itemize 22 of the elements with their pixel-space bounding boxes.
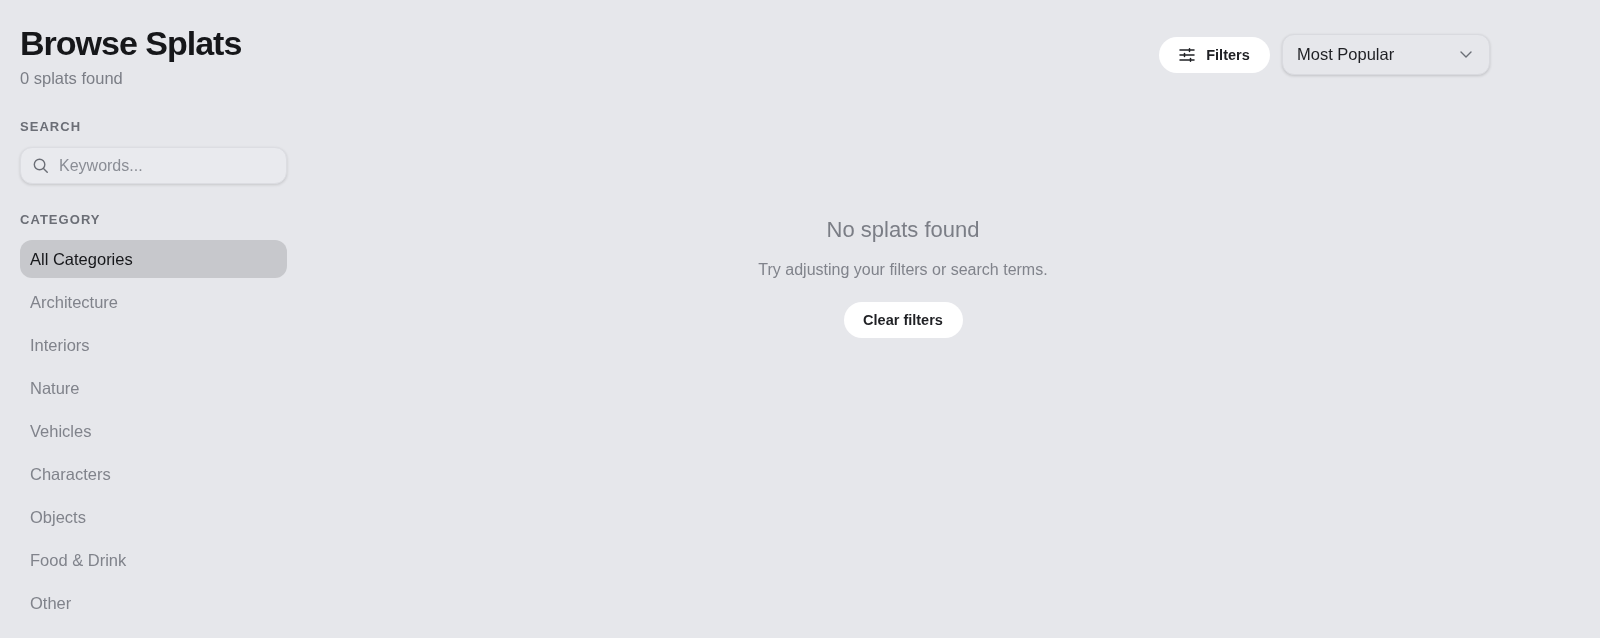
chevron-down-icon xyxy=(1460,51,1472,58)
clear-filters-button[interactable]: Clear filters xyxy=(843,302,963,338)
empty-state-title: No splats found xyxy=(826,216,980,244)
category-item[interactable]: All Categories xyxy=(20,240,287,278)
sliders-icon xyxy=(1179,47,1196,62)
category-item[interactable]: Interiors xyxy=(20,326,287,364)
category-item[interactable]: Food & Drink xyxy=(20,541,287,579)
category-item[interactable]: Other xyxy=(20,584,287,622)
category-item[interactable]: Architecture xyxy=(20,283,287,321)
search-icon xyxy=(33,158,48,173)
search-label: SEARCH xyxy=(20,119,82,135)
search-field[interactable]: Keywords... xyxy=(20,147,287,184)
category-item[interactable]: Objects xyxy=(20,498,287,536)
page-title: Browse Splats xyxy=(20,23,242,63)
category-item[interactable]: Vehicles xyxy=(20,412,287,450)
category-item[interactable]: Characters xyxy=(20,455,287,493)
empty-state-message: Try adjusting your filters or search terms. xyxy=(758,260,1048,280)
sort-dropdown[interactable]: Most Popular xyxy=(1282,34,1490,75)
category-item[interactable]: Nature xyxy=(20,369,287,407)
results-count: 0 splats found xyxy=(20,68,123,88)
filters-button[interactable]: Filters xyxy=(1159,36,1270,73)
category-label: CATEGORY xyxy=(20,212,101,228)
